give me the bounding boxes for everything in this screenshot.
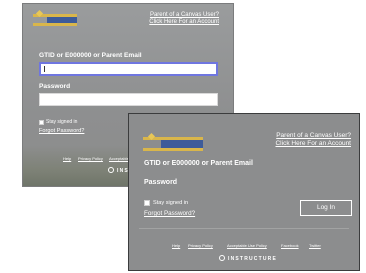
- username-input[interactable]: [39, 62, 218, 76]
- stay-signed-in-checkbox[interactable]: [144, 200, 150, 206]
- footer-link-twitter[interactable]: Twitter: [309, 243, 321, 248]
- footer-link-help[interactable]: Help: [63, 156, 71, 161]
- front-login-screen: Parent of a Canvas User? Click Here For …: [128, 113, 360, 271]
- username-label: GTID or E000000 or Parent Email: [39, 52, 142, 59]
- instructure-logo-icon: [219, 255, 225, 261]
- footer-link-facebook[interactable]: Facebook: [281, 243, 299, 248]
- footer-divider: [139, 228, 349, 229]
- footer-link-acceptable-use[interactable]: Acceptable Use Policy: [227, 243, 267, 248]
- password-label: Password: [144, 179, 178, 186]
- footer-link-privacy[interactable]: Privacy Policy: [188, 243, 213, 248]
- login-button[interactable]: Log In: [300, 200, 352, 216]
- forgot-password-link[interactable]: Forgot Password?: [39, 128, 84, 134]
- school-logo: [33, 9, 77, 26]
- password-input[interactable]: [39, 93, 218, 106]
- text-caret: [44, 66, 45, 72]
- stay-signed-in-checkbox[interactable]: [39, 120, 44, 125]
- username-label: GTID or E000000 or Parent Email: [144, 160, 253, 167]
- footer-link-help[interactable]: Help: [172, 243, 180, 248]
- forgot-password-link[interactable]: Forgot Password?: [144, 210, 195, 217]
- stay-signed-in-label: Stay signed in: [153, 200, 189, 206]
- password-label: Password: [39, 83, 71, 90]
- footer-link-privacy[interactable]: Privacy Policy: [78, 156, 103, 161]
- school-logo: [143, 132, 203, 151]
- instructure-brand: INSTRUCTURE: [228, 256, 278, 262]
- parent-account-link[interactable]: Parent of a Canvas User? Click Here For …: [149, 12, 219, 26]
- footer-link-acceptable[interactable]: Acceptable: [109, 156, 129, 161]
- parent-account-link[interactable]: Parent of a Canvas User? Click Here For …: [271, 132, 351, 148]
- stay-signed-in-label: Stay signed in: [46, 119, 78, 125]
- instructure-logo-icon: [108, 167, 114, 173]
